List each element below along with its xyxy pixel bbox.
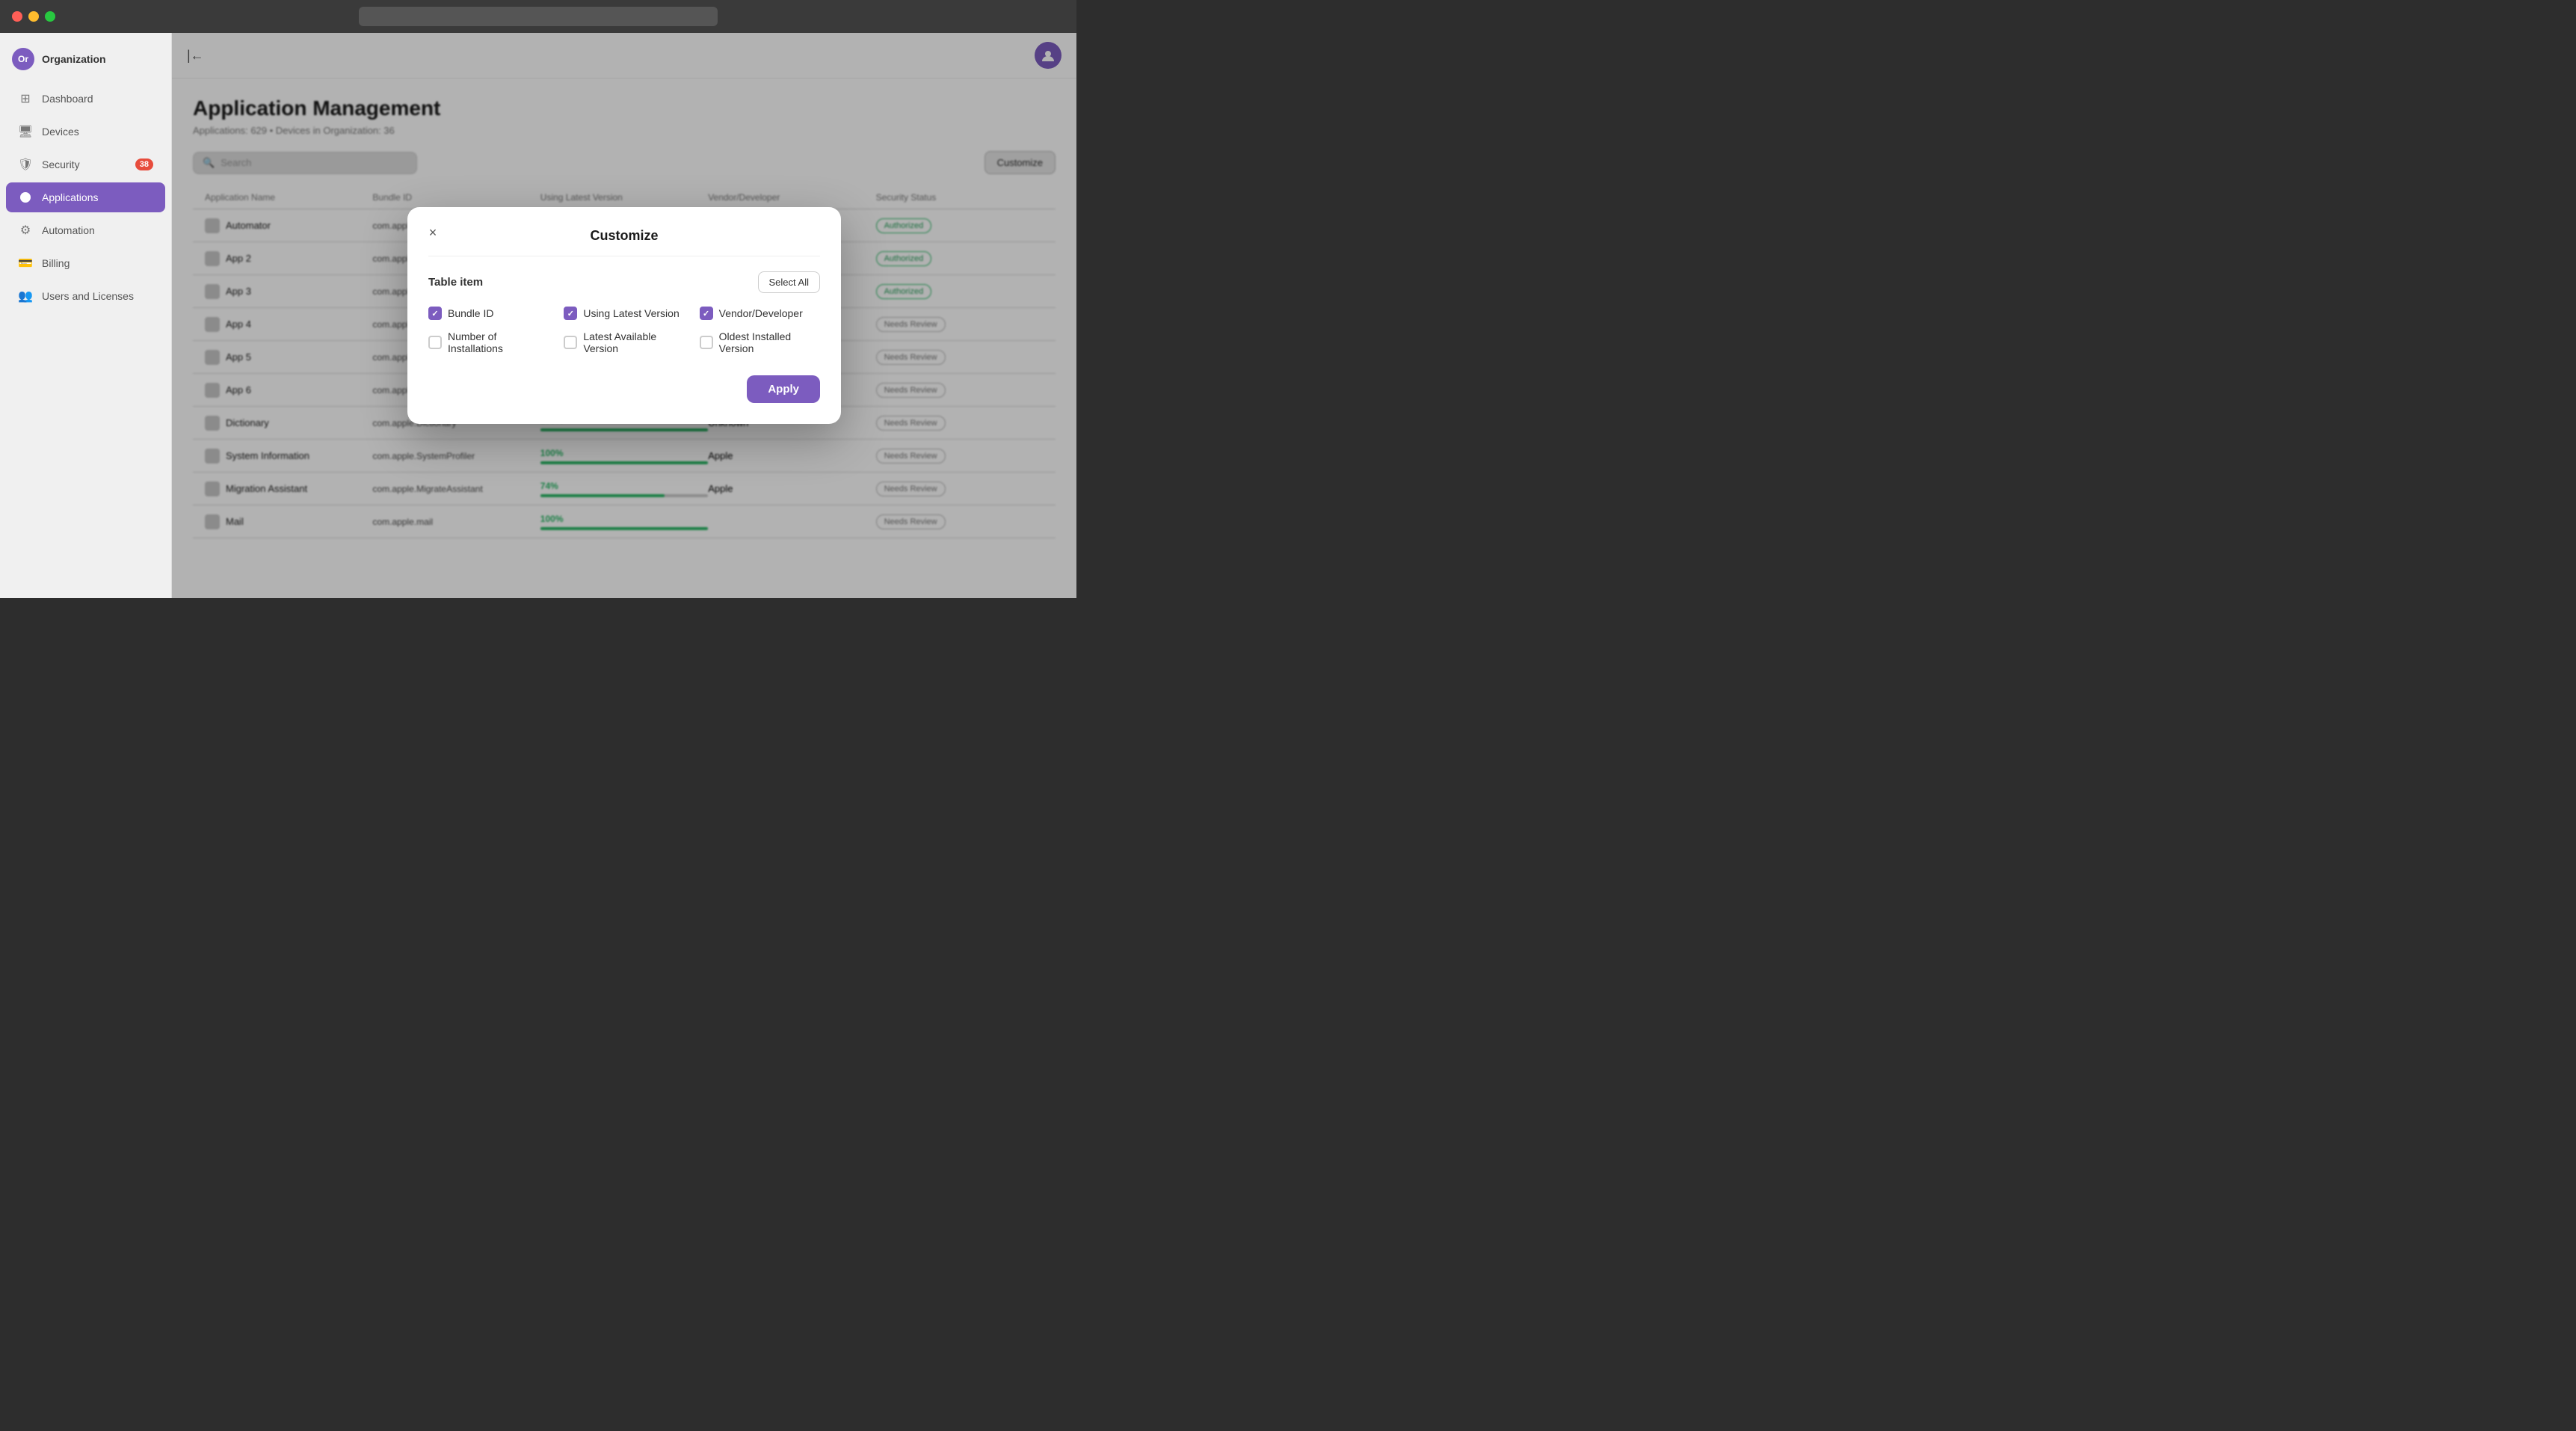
- sidebar-item-automation[interactable]: ⚙ Automation: [6, 215, 165, 245]
- checkbox-item-vendor-developer[interactable]: Vendor/Developer: [700, 307, 820, 320]
- titlebar: [0, 0, 1076, 33]
- fullscreen-button[interactable]: [45, 11, 55, 22]
- checkbox-item-latest-available-version[interactable]: Latest Available Version: [564, 330, 684, 354]
- devices-icon: 🖥: [18, 124, 33, 139]
- users-icon: 👥: [18, 289, 33, 304]
- customize-modal: × Customize Table item Select All Bundle…: [407, 207, 841, 424]
- org-header: Or Organization: [0, 42, 171, 82]
- checkbox-vendor-developer[interactable]: [700, 307, 713, 320]
- sidebar-item-security[interactable]: 🛡 Security 38: [6, 150, 165, 179]
- checkbox-latest-available-version[interactable]: [564, 336, 577, 349]
- org-name: Organization: [42, 53, 106, 65]
- checkbox-number-of-installations[interactable]: [428, 336, 442, 349]
- sidebar-item-devices[interactable]: 🖥 Devices: [6, 117, 165, 147]
- sidebar-item-dashboard[interactable]: ⊞ Dashboard: [6, 84, 165, 114]
- org-avatar: Or: [12, 48, 34, 70]
- sidebar-item-label-devices: Devices: [42, 126, 79, 138]
- checkbox-item-bundle-id[interactable]: Bundle ID: [428, 307, 549, 320]
- minimize-button[interactable]: [28, 11, 39, 22]
- close-button[interactable]: [12, 11, 22, 22]
- select-all-button[interactable]: Select All: [758, 271, 820, 293]
- modal-close-button[interactable]: ×: [422, 222, 443, 243]
- modal-title: Customize: [590, 228, 658, 244]
- table-item-header: Table item Select All: [428, 271, 820, 293]
- checkbox-label-latest-available-version: Latest Available Version: [583, 330, 684, 354]
- sidebar-item-label-applications: Applications: [42, 191, 99, 203]
- address-bar[interactable]: [359, 7, 718, 26]
- applications-icon: [18, 190, 33, 205]
- dashboard-icon: ⊞: [18, 91, 33, 106]
- checkbox-bundle-id[interactable]: [428, 307, 442, 320]
- sidebar: Or Organization ⊞ Dashboard 🖥 Devices 🛡 …: [0, 33, 172, 598]
- sidebar-item-label-users: Users and Licenses: [42, 290, 134, 302]
- checkbox-item-number-of-installations[interactable]: Number of Installations: [428, 330, 549, 354]
- checkbox-oldest-installed-version[interactable]: [700, 336, 713, 349]
- checkbox-label-vendor-developer: Vendor/Developer: [719, 307, 803, 319]
- apply-button[interactable]: Apply: [747, 375, 820, 403]
- billing-icon: 💳: [18, 256, 33, 271]
- checkbox-using-latest-version[interactable]: [564, 307, 577, 320]
- modal-footer: Apply: [428, 375, 820, 403]
- modal-header: × Customize: [428, 228, 820, 256]
- main-content: |← Application Management Applications: …: [172, 33, 1076, 598]
- security-icon: 🛡: [18, 157, 33, 172]
- modal-overlay: × Customize Table item Select All Bundle…: [172, 33, 1076, 598]
- security-badge: 38: [135, 159, 153, 170]
- sidebar-item-users-and-licenses[interactable]: 👥 Users and Licenses: [6, 281, 165, 311]
- checkbox-label-number-of-installations: Number of Installations: [448, 330, 549, 354]
- checkbox-label-using-latest-version: Using Latest Version: [583, 307, 679, 319]
- sidebar-item-label-security: Security: [42, 159, 80, 170]
- checkbox-label-oldest-installed-version: Oldest Installed Version: [719, 330, 820, 354]
- sidebar-item-applications[interactable]: Applications: [6, 182, 165, 212]
- checkboxes-grid: Bundle ID Using Latest Version Vendor/De…: [428, 307, 820, 354]
- sidebar-item-billing[interactable]: 💳 Billing: [6, 248, 165, 278]
- sidebar-item-label-automation: Automation: [42, 224, 95, 236]
- checkbox-label-bundle-id: Bundle ID: [448, 307, 493, 319]
- sidebar-item-label-dashboard: Dashboard: [42, 93, 93, 105]
- table-item-label: Table item: [428, 276, 483, 289]
- app-layout: Or Organization ⊞ Dashboard 🖥 Devices 🛡 …: [0, 33, 1076, 598]
- automation-icon: ⚙: [18, 223, 33, 238]
- traffic-lights: [12, 11, 55, 22]
- checkbox-item-using-latest-version[interactable]: Using Latest Version: [564, 307, 684, 320]
- sidebar-item-label-billing: Billing: [42, 257, 70, 269]
- checkbox-item-oldest-installed-version[interactable]: Oldest Installed Version: [700, 330, 820, 354]
